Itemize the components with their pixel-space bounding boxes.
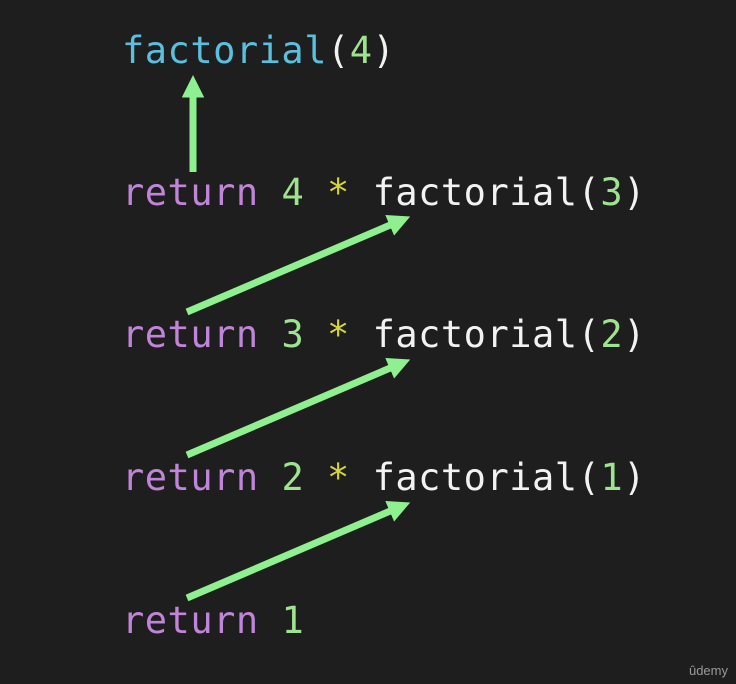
code-token: factorial — [372, 171, 578, 214]
code-line-return-2: return 2 * factorial(1) — [122, 459, 646, 496]
code-token: 2 — [600, 313, 624, 356]
arrow-return-2-to-3 — [185, 357, 411, 459]
code-line-return-1: return 1 — [122, 602, 304, 639]
code-token: return — [122, 599, 259, 642]
code-line-return-3: return 3 * factorial(2) — [122, 316, 646, 353]
code-token: factorial — [372, 456, 578, 499]
arrow-return-1-to-2 — [185, 500, 411, 602]
code-token: 2 — [281, 456, 305, 499]
code-token: 1 — [281, 599, 305, 642]
udemy-watermark: ûdemy — [688, 663, 728, 678]
code-token: * — [327, 313, 350, 356]
code-line-call: factorial(4) — [122, 32, 395, 69]
code-token: ) — [372, 29, 396, 72]
code-token: return — [122, 313, 259, 356]
code-token: ( — [577, 313, 601, 356]
code-token: ( — [577, 456, 601, 499]
code-token: * — [327, 456, 350, 499]
code-token: return — [122, 171, 259, 214]
code-token: factorial — [122, 29, 327, 72]
code-token: factorial — [372, 313, 578, 356]
code-token: ) — [623, 313, 646, 356]
code-token: 4 — [349, 29, 373, 72]
code-token: 1 — [600, 456, 624, 499]
code-token: * — [327, 171, 350, 214]
code-token: ) — [623, 171, 646, 214]
code-token: 3 — [600, 171, 624, 214]
code-line-return-4: return 4 * factorial(3) — [122, 174, 646, 211]
code-token: ( — [326, 29, 350, 72]
code-token: ) — [623, 456, 646, 499]
code-token: ( — [577, 171, 601, 214]
code-token: 3 — [281, 313, 305, 356]
code-token: return — [122, 456, 259, 499]
arrow-return-3-to-4 — [185, 214, 411, 316]
code-token: 4 — [281, 171, 305, 214]
